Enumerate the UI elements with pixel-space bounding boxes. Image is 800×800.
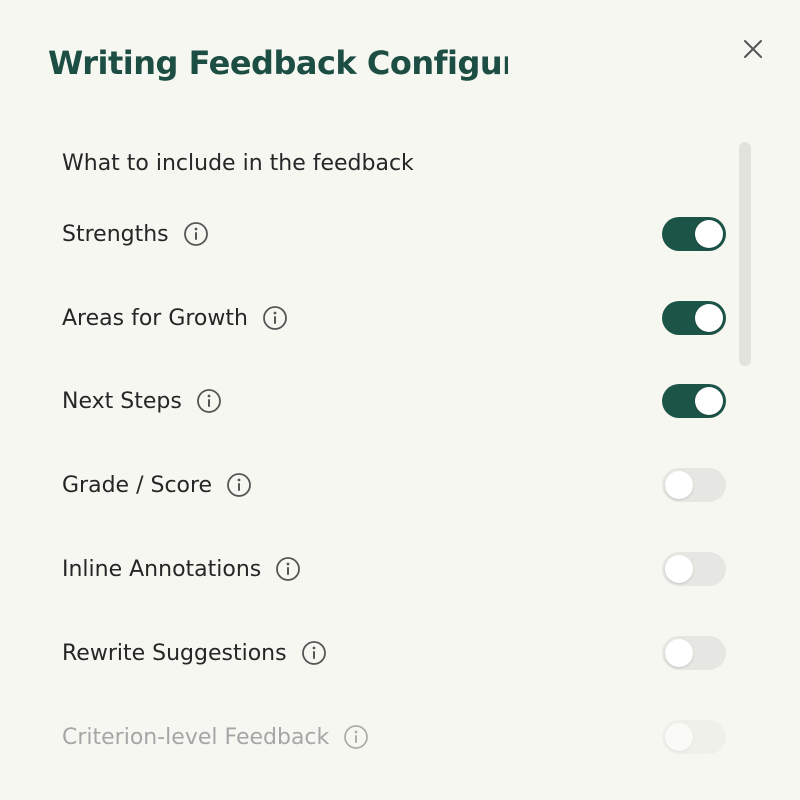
option-row-inline-annotations: Inline Annotations: [62, 549, 726, 589]
next-steps-toggle[interactable]: [662, 384, 726, 418]
option-label: Rewrite Suggestions: [62, 640, 287, 666]
option-row-areas-for-growth: Areas for Growth: [62, 298, 726, 338]
rewrite-suggestions-toggle[interactable]: [662, 636, 726, 670]
inline-annotations-toggle[interactable]: [662, 552, 726, 586]
option-label: Inline Annotations: [62, 556, 262, 582]
option-label: Criterion-level Feedback: [62, 724, 330, 750]
info-icon[interactable]: [183, 221, 209, 247]
option-label: Next Steps: [62, 388, 182, 414]
option-row-rewrite-suggestions: Rewrite Suggestions: [62, 633, 726, 673]
toggle-knob: [665, 555, 693, 583]
toggle-knob: [695, 304, 723, 332]
strengths-toggle[interactable]: [662, 217, 726, 251]
option-label: Areas for Growth: [62, 305, 248, 331]
info-icon[interactable]: [301, 640, 327, 666]
option-row-next-steps: Next Steps: [62, 381, 726, 421]
info-icon[interactable]: [226, 472, 252, 498]
toggle-knob: [665, 723, 693, 751]
option-row-grade-score: Grade / Score: [62, 465, 726, 505]
toggle-knob: [665, 471, 693, 499]
areas-for-growth-toggle[interactable]: [662, 301, 726, 335]
close-icon: [740, 36, 766, 62]
option-label: Strengths: [62, 221, 169, 247]
toggle-knob: [695, 387, 723, 415]
info-icon[interactable]: [196, 388, 222, 414]
option-label: Grade / Score: [62, 472, 213, 498]
section-heading: What to include in the feedback: [62, 151, 414, 176]
info-icon[interactable]: [262, 305, 288, 331]
close-button[interactable]: [740, 36, 766, 62]
option-row-strengths: Strengths: [62, 214, 726, 254]
info-icon[interactable]: [275, 556, 301, 582]
scrollbar[interactable]: [739, 142, 751, 366]
grade-score-toggle[interactable]: [662, 468, 726, 502]
toggle-knob: [695, 220, 723, 248]
info-icon[interactable]: [343, 724, 369, 750]
criterion-level-feedback-toggle[interactable]: [662, 720, 726, 754]
dialog-title: Writing Feedback Configurati: [48, 44, 508, 82]
toggle-knob: [665, 639, 693, 667]
option-row-criterion-level-feedback: Criterion-level Feedback: [62, 717, 726, 757]
